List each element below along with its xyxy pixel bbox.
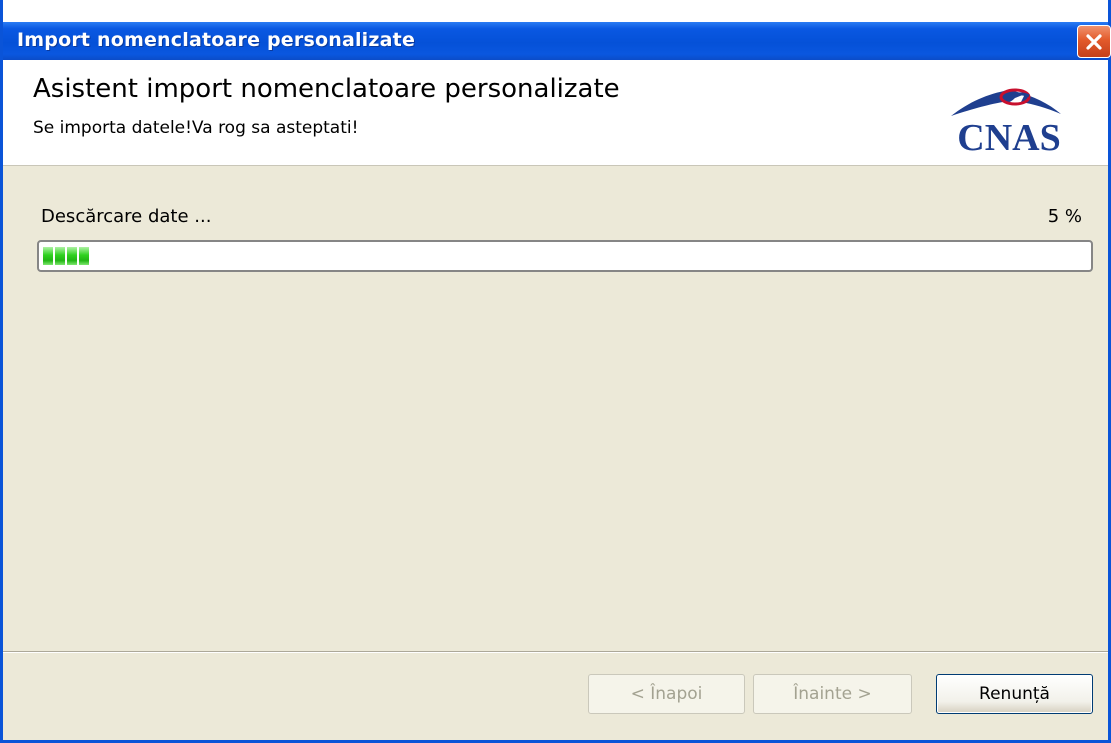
close-button[interactable] <box>1077 25 1111 58</box>
back-button[interactable]: < Înapoi <box>588 674 745 714</box>
progress-label: Descărcare date ... <box>41 206 212 227</box>
next-button[interactable]: Înainte > <box>753 674 912 714</box>
progress-fill <box>43 247 89 265</box>
wizard-window: Import nomenclatoare personalizate Asist… <box>0 0 1111 743</box>
cancel-button[interactable]: Renunță <box>936 674 1093 714</box>
progress-bar <box>37 240 1093 272</box>
cnas-logo: CNAS <box>951 88 1061 156</box>
close-icon <box>1086 33 1102 50</box>
title-bar-top-gap <box>3 0 1108 8</box>
logo-emblem-icon <box>951 88 1061 116</box>
logo-text: CNAS <box>957 117 1060 156</box>
window-title: Import nomenclatoare personalizate <box>17 29 416 51</box>
wizard-subtitle: Se importa datele!Va rog sa asteptati! <box>33 118 359 138</box>
wizard-title: Asistent import nomenclatoare personaliz… <box>33 74 620 104</box>
progress-segment <box>43 247 53 265</box>
progress-segment <box>55 247 65 265</box>
progress-segment <box>79 247 89 265</box>
progress-segment <box>67 247 77 265</box>
progress-percent: 5 % <box>1047 206 1082 227</box>
footer-divider <box>3 651 1108 653</box>
title-bar: Import nomenclatoare personalizate <box>3 0 1111 60</box>
